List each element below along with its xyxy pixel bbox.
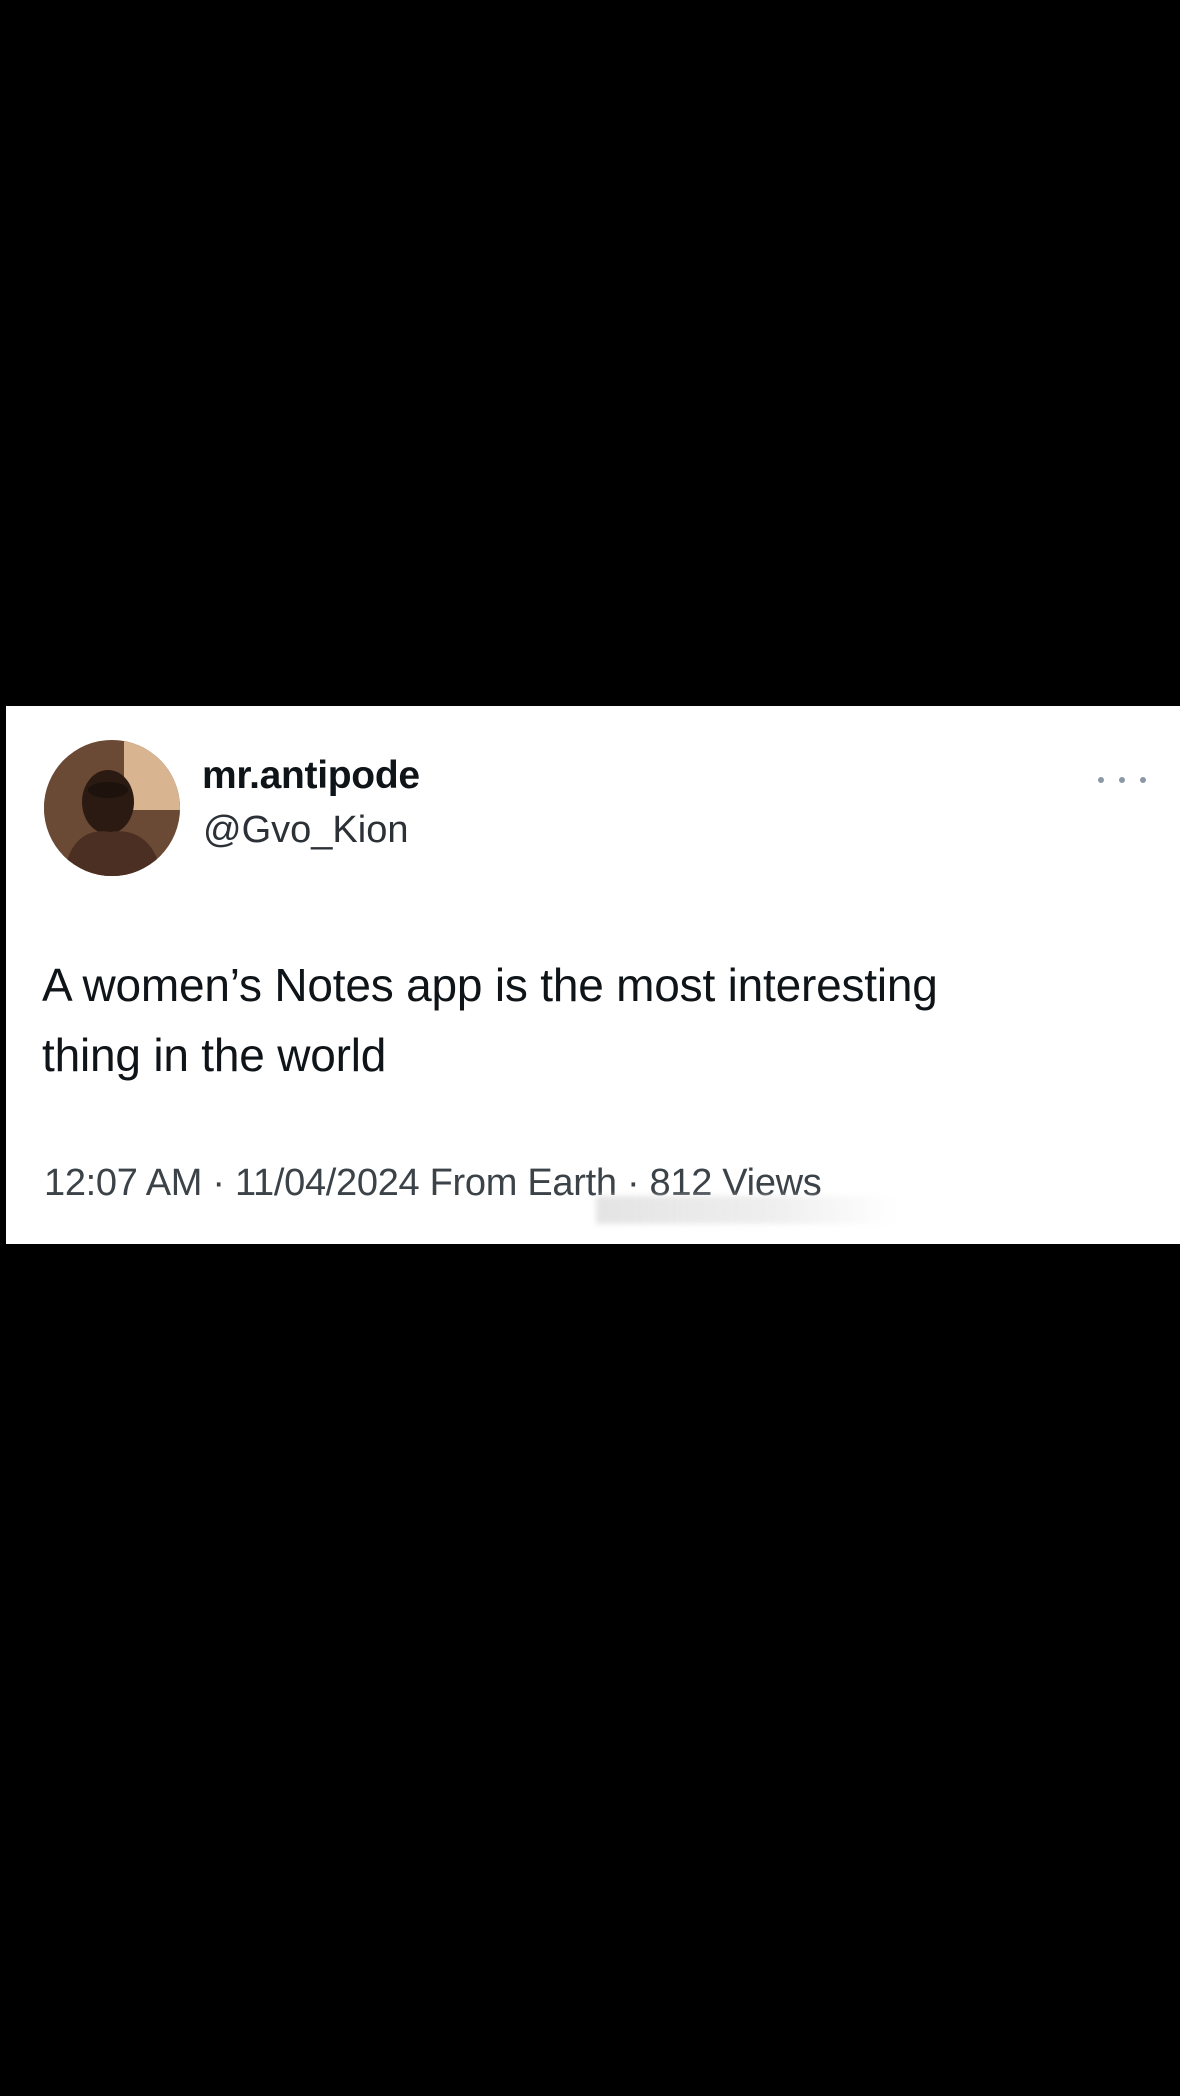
user-handle[interactable]: @Gvo_Kion [203,809,408,852]
display-name[interactable]: mr.antipode [202,754,420,798]
more-options-button[interactable] [1098,770,1146,790]
tweet-text-line: thing in the world [42,1029,387,1081]
avatar[interactable] [44,740,180,876]
tweet-card: mr.antipode @Gvo_Kion A women’s Notes ap… [6,706,1180,1244]
more-horizontal-icon [1098,777,1104,783]
tweet-text: A women’s Notes app is the most interest… [42,950,1142,1090]
profile-photo-icon [44,740,180,876]
watermark-overlay [596,1196,896,1224]
tweet-text-line: A women’s Notes app is the most interest… [42,959,938,1011]
more-horizontal-icon [1140,777,1146,783]
more-horizontal-icon [1119,777,1125,783]
